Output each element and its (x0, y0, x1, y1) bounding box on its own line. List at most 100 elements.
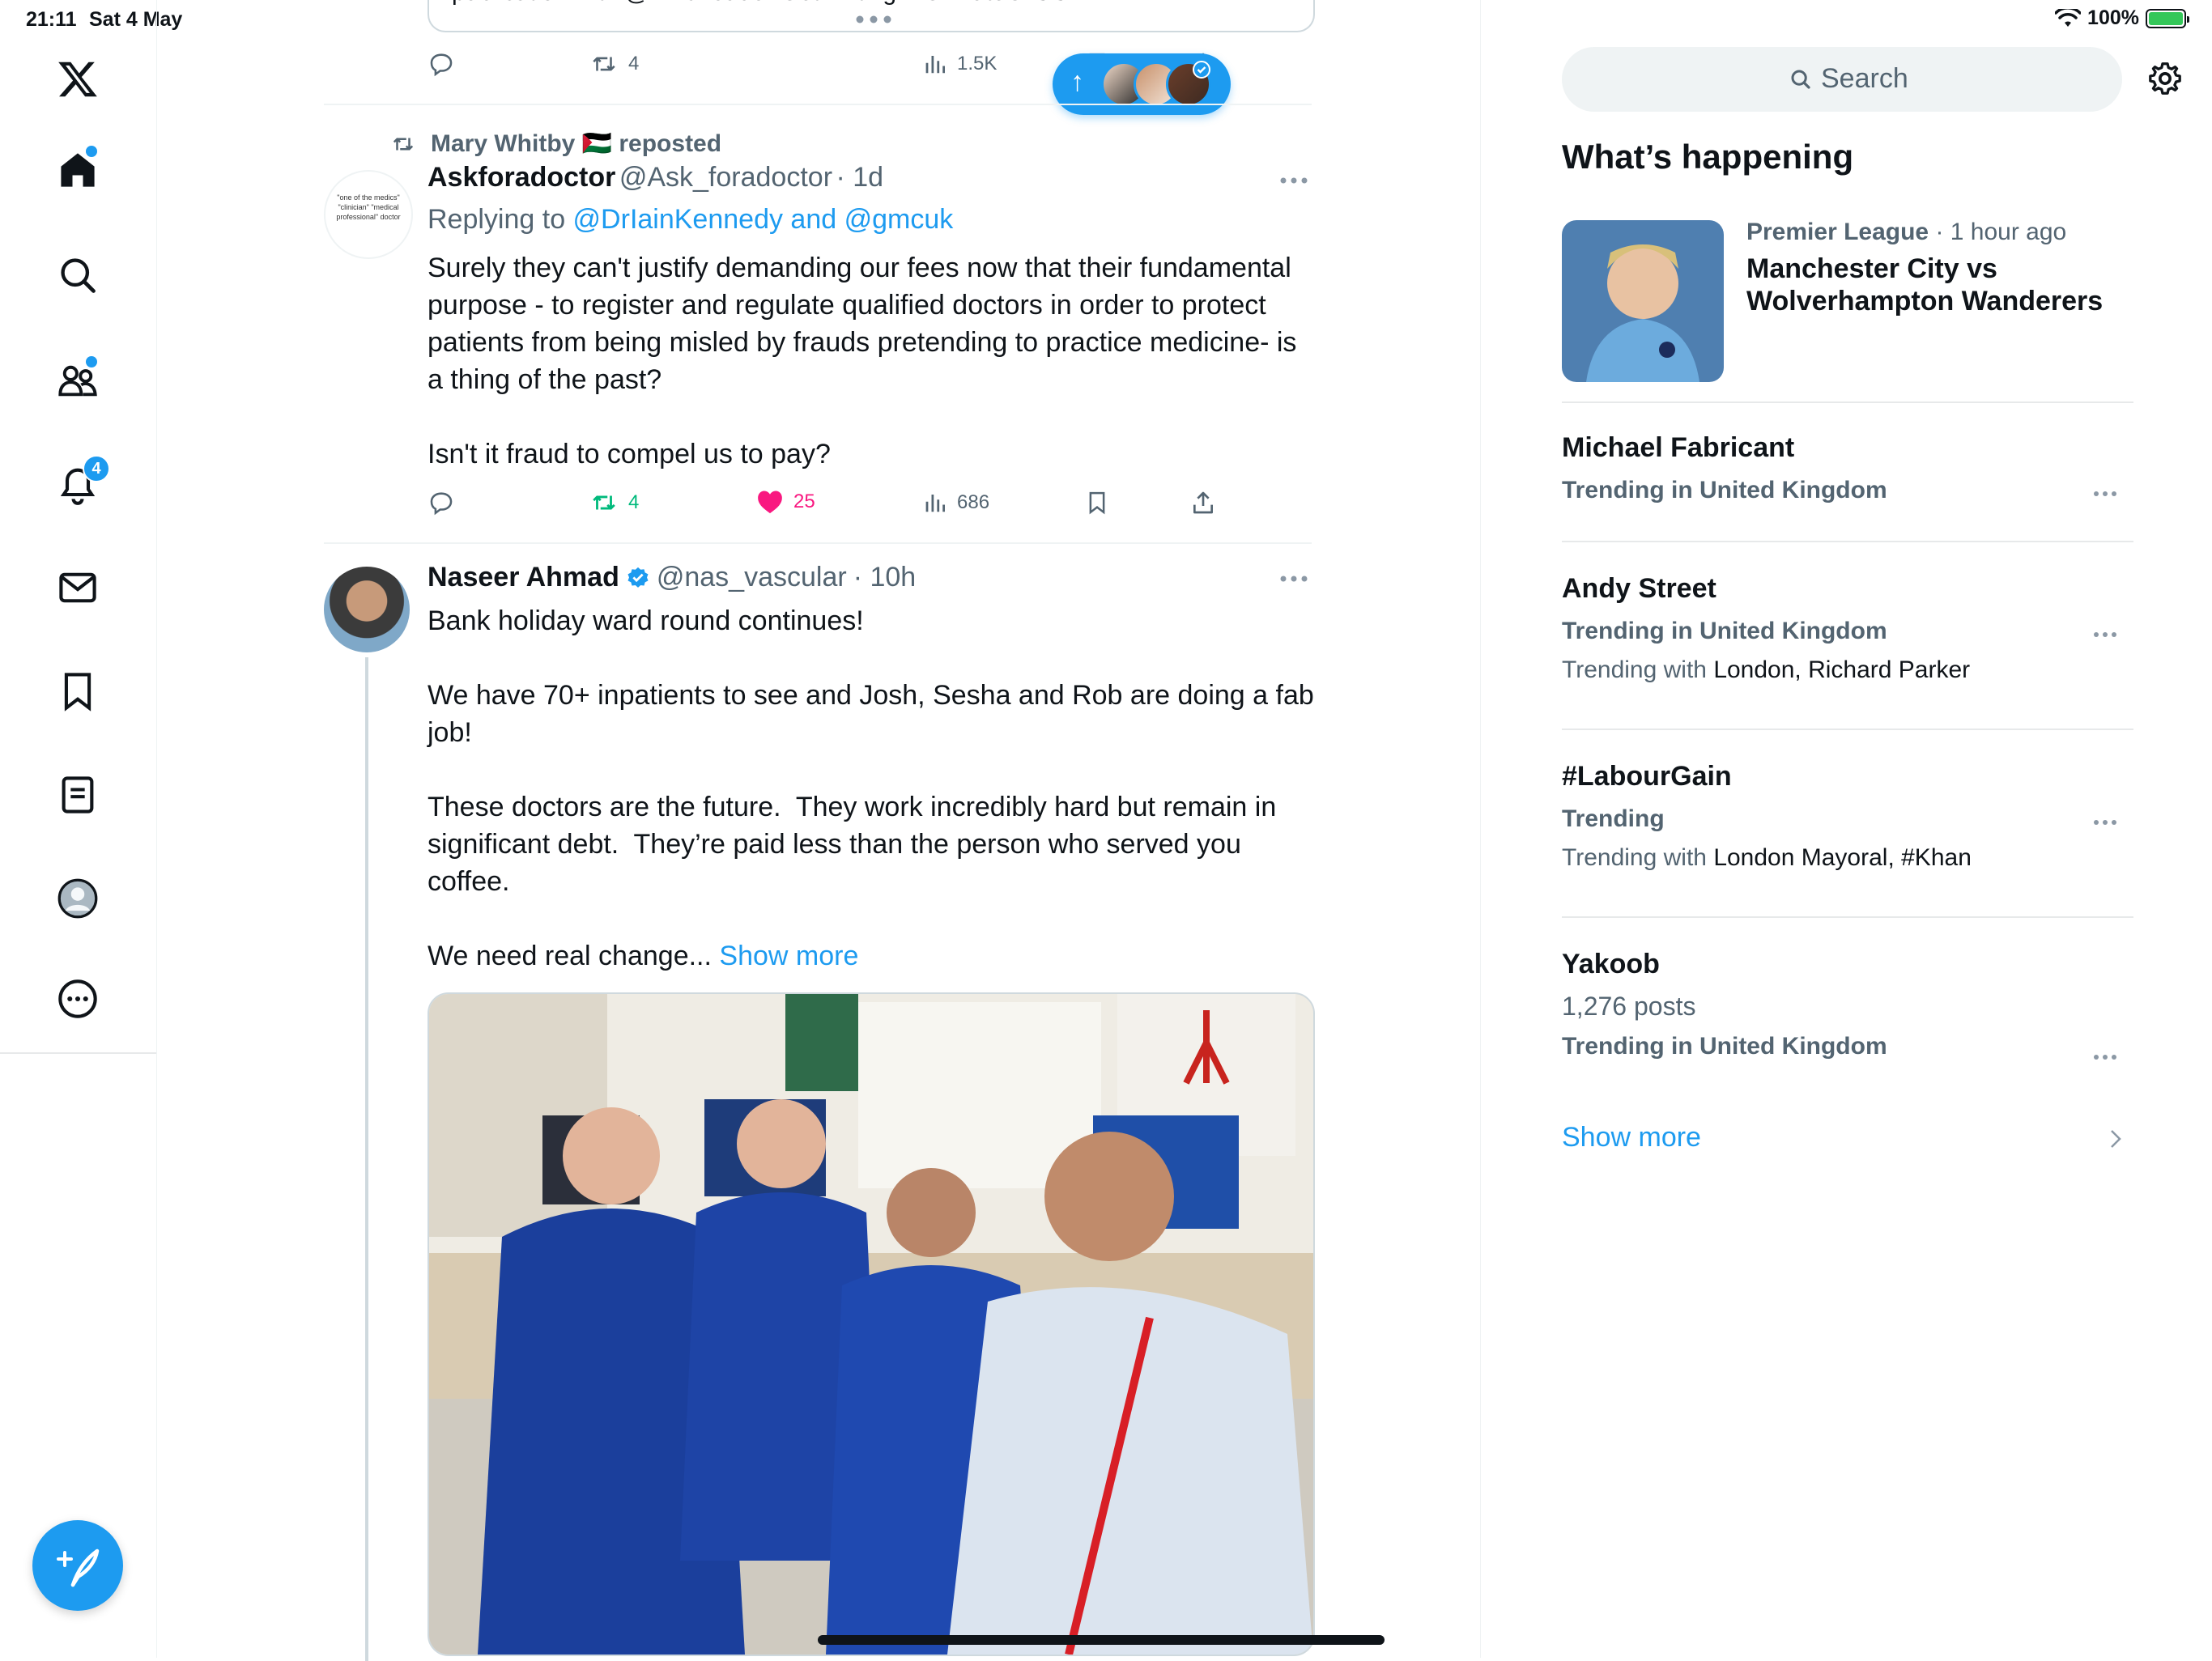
more-options-dots-icon[interactable] (1279, 575, 1308, 583)
trend-divider (1562, 541, 2133, 542)
heart-icon (758, 491, 782, 514)
trend-title: Yakoob (1562, 949, 1660, 979)
home-dot (86, 146, 97, 157)
search-icon (1791, 70, 1810, 89)
trend-item[interactable]: Andy Street Trending in United Kingdom T… (1562, 573, 2133, 684)
new-posts-pill[interactable]: ↑ (1053, 53, 1231, 115)
messages-envelope-icon[interactable] (57, 567, 99, 609)
bookmark-button[interactable] (1085, 489, 1109, 516)
author-name[interactable]: Askforadoctor (428, 162, 615, 193)
show-more-link[interactable]: Show more (719, 941, 858, 971)
trend-title: Andy Street (1562, 573, 1716, 604)
trend-item[interactable]: Yakoob 1,276 posts Trending in United Ki… (1562, 949, 2133, 1060)
featured-title: Manchester City vs Wolverhampton Wandere… (1746, 253, 2104, 316)
more-options-dots-icon[interactable] (1279, 176, 1308, 185)
bookmark-icon (1089, 491, 1105, 515)
avatar[interactable] (324, 567, 410, 652)
retweet-count: 4 (628, 53, 640, 74)
reply-icon (430, 53, 453, 77)
x-logo-icon[interactable] (57, 58, 99, 100)
retweet-button[interactable]: 4 (589, 489, 639, 516)
quoted-tweet-text: publication with @BMJLeader Get writing!… (452, 0, 1093, 6)
tweet-time: · 10h (853, 562, 917, 593)
featured-category: Premier League (1746, 219, 1929, 245)
trend-with-label: Trending with (1562, 844, 1714, 871)
tweet-text: Surely they can't justify demanding our … (428, 253, 1297, 469)
search-input[interactable]: Search (1562, 47, 2122, 112)
trend-context: Trending in United Kingdom (1562, 477, 1887, 503)
trend-title: Michael Fabricant (1562, 432, 1795, 463)
chevron-right-icon[interactable] (2109, 1128, 2122, 1149)
tweet-text: Bank holiday ward round continues! We ha… (428, 602, 1318, 975)
reply-button[interactable] (428, 489, 455, 516)
home-indicator[interactable] (818, 1635, 1385, 1645)
retweet-count: 4 (628, 491, 640, 513)
verified-badge-icon (1193, 61, 1210, 79)
author-handle[interactable]: @nas_vascular (657, 562, 847, 593)
share-button[interactable] (1190, 489, 1216, 516)
retweet-button[interactable]: 4 (589, 50, 639, 78)
author-name[interactable]: Naseer Ahmad (428, 562, 619, 593)
views-button[interactable]: 1.5K (923, 50, 997, 78)
trend-item[interactable]: Michael Fabricant Trending in United Kin… (1562, 432, 2133, 504)
avatar-text: "one of the medics" "clinician" "medical… (336, 193, 401, 221)
settings-gear-icon[interactable] (2146, 60, 2184, 97)
arrow-up-icon: ↑ (1070, 66, 1084, 97)
reply-button[interactable] (428, 50, 455, 78)
left-sidebar: 4 (0, 0, 157, 1658)
show-more-trends-link[interactable]: Show more (1562, 1122, 1701, 1153)
replying-to: Replying to @DrIainKennedy and @gmcuk (428, 204, 953, 236)
bookmarks-icon[interactable] (57, 670, 99, 712)
repost-context: Mary Whitby 🇵🇸 reposted (389, 130, 721, 158)
thread-line (365, 657, 368, 1661)
profile-avatar-icon[interactable] (57, 877, 99, 920)
featured-time: · 1 hour ago (1929, 219, 2067, 245)
verified-badge-icon (627, 567, 649, 588)
trend-with-label: Trending with (1562, 656, 1714, 683)
views-button[interactable]: 686 (923, 489, 989, 516)
views-count: 686 (957, 491, 990, 513)
quoted-tweet-card[interactable]: publication with @BMJLeader Get writing!… (428, 0, 1315, 32)
explore-search-icon[interactable] (57, 254, 99, 296)
more-options-icon[interactable] (57, 978, 99, 1020)
retweet-icon (593, 495, 615, 510)
trend-context: Trending in United Kingdom (1562, 1033, 1887, 1060)
trend-with: London Mayoral, #Khan (1713, 844, 1972, 871)
like-count: 25 (793, 491, 815, 512)
lists-icon[interactable] (57, 774, 99, 816)
trend-more-icon[interactable] (2093, 491, 2117, 497)
repost-by: Mary Whitby 🇵🇸 reposted (431, 130, 722, 157)
share-icon (1193, 491, 1213, 514)
featured-thumbnail[interactable] (1562, 220, 1724, 382)
trend-title: #LabourGain (1562, 761, 1732, 792)
tweet-body: Bank holiday ward round continues! We ha… (428, 605, 1314, 971)
trend-item[interactable]: #LabourGain Trending Trending with Londo… (1562, 761, 2133, 872)
like-button[interactable]: 25 (756, 489, 815, 515)
communities-dot (86, 356, 97, 367)
trend-more-icon[interactable] (2093, 1054, 2117, 1060)
trend-context: Trending (1562, 805, 1665, 832)
trend-context: Trending in United Kingdom (1562, 618, 1887, 644)
section-heading: What’s happening (1562, 138, 1854, 176)
featured-trend[interactable]: Premier League · 1 hour ago Manchester C… (1746, 219, 2151, 317)
media-more-dots-icon (856, 15, 891, 23)
compose-post-button[interactable] (32, 1520, 123, 1611)
tweet-photo[interactable] (428, 992, 1315, 1656)
tweet-divider (324, 104, 1312, 105)
replying-prefix: Replying to (428, 204, 573, 235)
trend-posts: 1,276 posts (1562, 992, 1696, 1021)
tweet-time: · 1d (836, 162, 884, 193)
tweet-divider (324, 542, 1312, 544)
avatar[interactable]: "one of the medics" "clinician" "medical… (324, 170, 413, 259)
trend-more-icon[interactable] (2093, 631, 2117, 638)
replying-to-link[interactable]: @DrIainKennedy and @gmcuk (573, 204, 954, 235)
retweet-icon (593, 57, 615, 71)
author-handle[interactable]: @Ask_foradoctor (619, 162, 832, 193)
trend-divider (1562, 729, 2133, 730)
tweet-header: Askforadoctor @Ask_foradoctor · 1d (428, 162, 883, 193)
reply-icon (430, 492, 453, 516)
tweet-header: Naseer Ahmad @nas_vascular · 10h (428, 562, 916, 593)
views-chart-icon (925, 495, 945, 512)
trend-more-icon[interactable] (2093, 819, 2117, 826)
views-count: 1.5K (957, 53, 998, 74)
